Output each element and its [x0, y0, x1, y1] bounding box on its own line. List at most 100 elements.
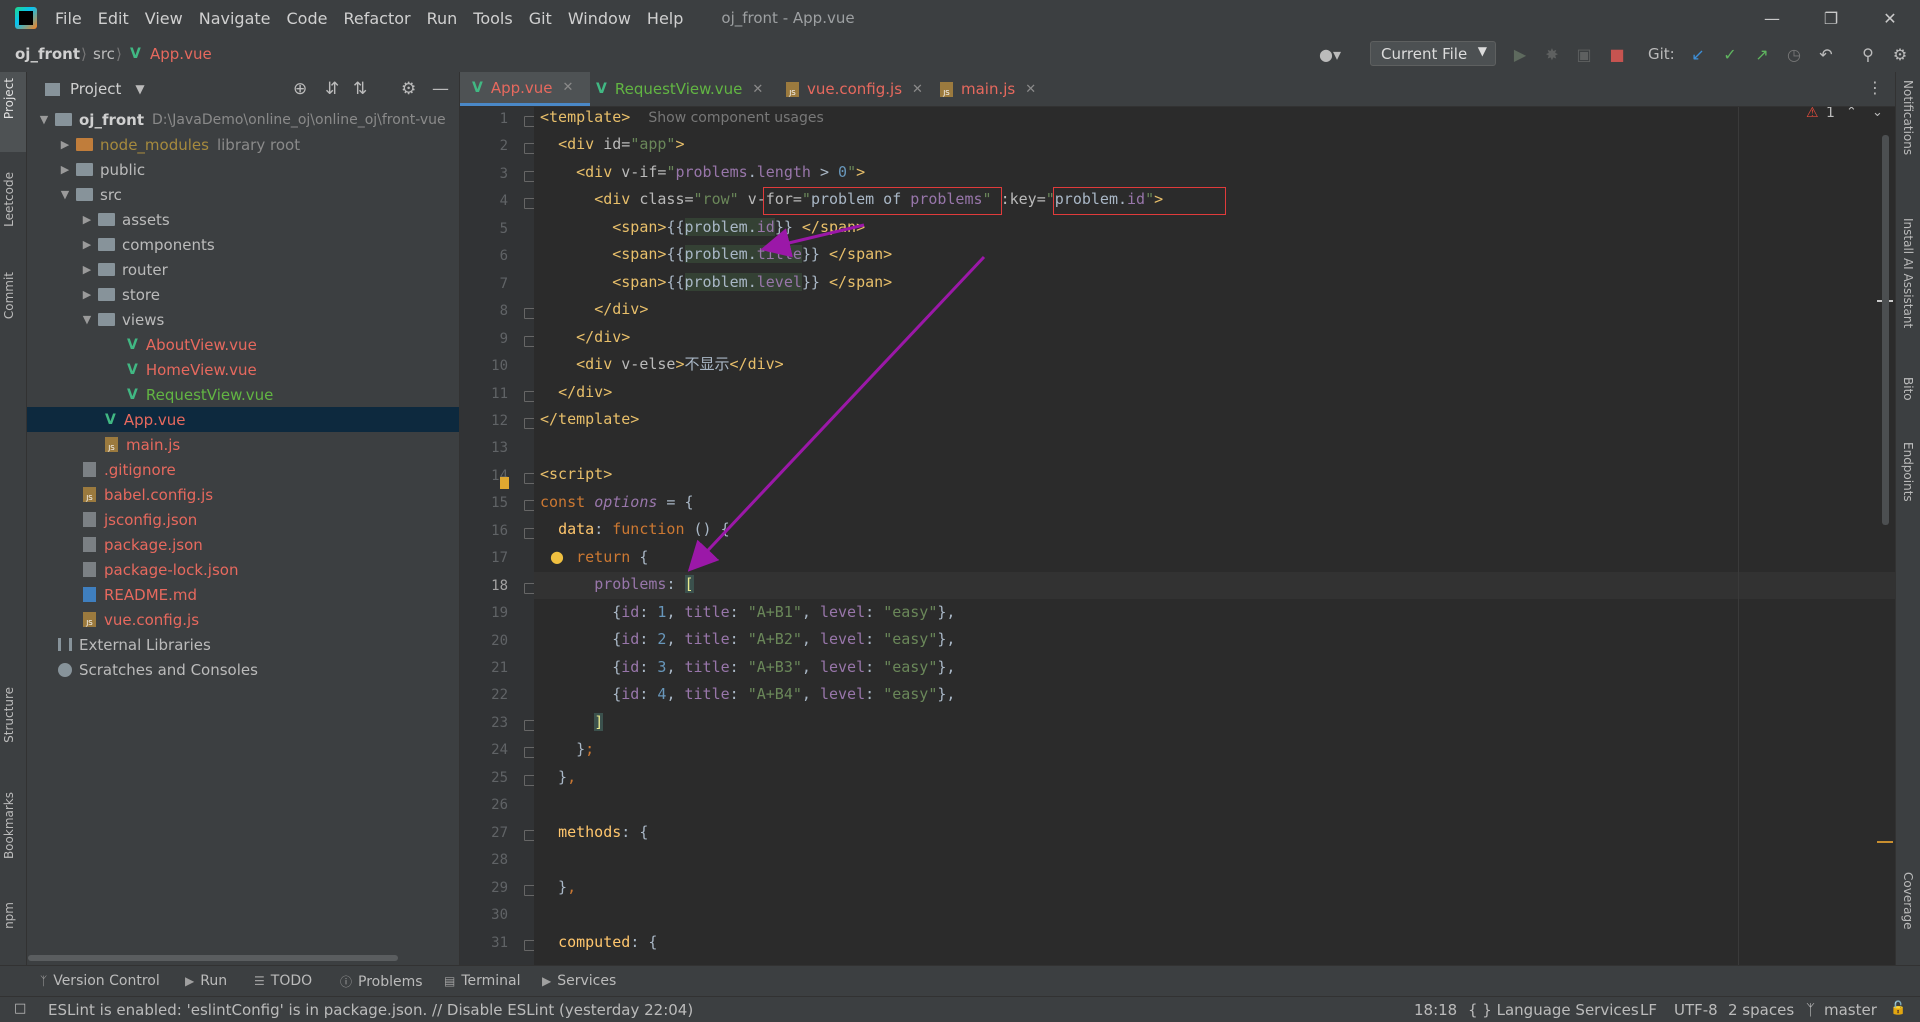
tool-tab-todo[interactable]: ☰ TODO — [254, 973, 312, 989]
tree-item-scratches[interactable]: Scratches and Consoles — [27, 657, 459, 682]
git-commit-icon[interactable]: ✓ — [1720, 44, 1740, 64]
indent-setting[interactable]: 2 spaces — [1728, 1001, 1794, 1019]
breadcrumb-file[interactable]: App.vue — [150, 45, 212, 63]
panel-settings-icon[interactable]: ⚙ — [401, 79, 416, 99]
project-horizontal-scrollbar[interactable] — [28, 955, 398, 961]
git-history-icon[interactable]: ◷ — [1784, 44, 1804, 64]
line-separator[interactable]: LF — [1640, 1001, 1657, 1019]
tree-item-package-lock[interactable]: package-lock.json — [27, 557, 459, 582]
tree-item-router[interactable]: ▶ router — [27, 257, 459, 282]
component-usages-hint[interactable]: Show component usages — [648, 110, 823, 126]
menu-tools[interactable]: Tools — [473, 9, 512, 28]
stripe-ai-assistant-tab[interactable]: Install AI Assistant — [1901, 218, 1915, 328]
close-tab-icon[interactable]: ✕ — [752, 82, 763, 97]
menu-help[interactable]: Help — [647, 9, 683, 28]
stripe-coverage-tab[interactable]: Coverage — [1901, 872, 1915, 930]
breadcrumb-folder[interactable]: src — [93, 45, 115, 63]
breadcrumb-project[interactable]: oj_front — [15, 45, 80, 63]
menu-view[interactable]: View — [145, 9, 183, 28]
menu-edit[interactable]: Edit — [98, 9, 129, 28]
menu-git[interactable]: Git — [529, 9, 552, 28]
tool-tab-services[interactable]: ▶ Services — [542, 973, 616, 989]
tree-item-vue-config[interactable]: JS vue.config.js — [27, 607, 459, 632]
tab-app-vue[interactable]: V App.vue ✕ — [460, 72, 590, 106]
tree-item-assets[interactable]: ▶ assets — [27, 207, 459, 232]
tree-item-jsconfig[interactable]: jsconfig.json — [27, 507, 459, 532]
tree-item-package-json[interactable]: package.json — [27, 532, 459, 557]
menu-code[interactable]: Code — [287, 9, 328, 28]
menu-file[interactable]: File — [55, 9, 82, 28]
code-editor[interactable]: <template> Show component usages <div id… — [534, 107, 1895, 965]
tree-item-aboutview[interactable]: V AboutView.vue — [27, 332, 459, 357]
tree-item-components[interactable]: ▶ components — [27, 232, 459, 257]
run-configuration-select[interactable]: Current File ▼ — [1370, 41, 1496, 66]
close-tab-icon[interactable]: ✕ — [912, 82, 923, 97]
tab-vue-config[interactable]: JS vue.config.js ✕ — [786, 72, 923, 106]
tool-tab-problems[interactable]: ⓘ Problems — [340, 973, 423, 990]
stripe-notifications-tab[interactable]: Notifications — [1901, 80, 1915, 155]
menu-refactor[interactable]: Refactor — [343, 9, 410, 28]
run-icon[interactable]: ▶ — [1510, 44, 1530, 64]
caret-position[interactable]: 18:18 — [1414, 1001, 1457, 1019]
tree-item-homeview[interactable]: V HomeView.vue — [27, 357, 459, 382]
previous-highlight-icon[interactable]: ⌃ — [1846, 107, 1857, 120]
editor-vertical-scrollbar[interactable] — [1882, 135, 1889, 525]
debug-icon[interactable]: ✸ — [1542, 44, 1562, 64]
tab-options-icon[interactable]: ⋮ — [1867, 78, 1883, 97]
tab-requestview[interactable]: V RequestView.vue ✕ — [596, 72, 763, 106]
menu-run[interactable]: Run — [427, 9, 458, 28]
stripe-leetcode-tab[interactable]: Leetcode — [2, 172, 16, 227]
stripe-commit-tab[interactable]: Commit — [2, 272, 16, 319]
expand-all-icon[interactable]: ⇵ — [325, 79, 339, 99]
file-encoding[interactable]: UTF-8 — [1674, 1001, 1718, 1019]
error-icon[interactable]: ⚠ — [1806, 107, 1819, 121]
project-panel-title[interactable]: Project — [70, 80, 121, 98]
status-message[interactable]: ESLint is enabled: 'eslintConfig' is in … — [48, 1001, 693, 1019]
tree-item-readme[interactable]: README.md — [27, 582, 459, 607]
stripe-bito-tab[interactable]: Bito — [1901, 377, 1915, 401]
stripe-project-tab[interactable]: Project — [2, 78, 16, 119]
stop-icon[interactable]: ■ — [1607, 44, 1627, 64]
tree-item-app-vue[interactable]: V App.vue — [27, 407, 459, 432]
hide-panel-icon[interactable]: — — [432, 79, 449, 99]
git-push-icon[interactable]: ↗ — [1752, 44, 1772, 64]
minimize-button[interactable]: — — [1744, 0, 1800, 36]
close-window-button[interactable]: ✕ — [1862, 0, 1918, 36]
menu-navigate[interactable]: Navigate — [199, 9, 271, 28]
user-icon[interactable]: ●▾ — [1319, 44, 1341, 64]
inspection-count[interactable]: 1 — [1826, 107, 1835, 121]
rollback-icon[interactable]: ↶ — [1816, 44, 1836, 64]
tree-item-src[interactable]: ▼ src — [27, 182, 459, 207]
stripe-npm-tab[interactable]: npm — [2, 902, 16, 929]
tree-item-external-libraries[interactable]: External Libraries — [27, 632, 459, 657]
stripe-endpoints-tab[interactable]: Endpoints — [1901, 442, 1915, 502]
menu-window[interactable]: Window — [568, 9, 631, 28]
close-tab-icon[interactable]: ✕ — [1025, 82, 1036, 97]
tree-item-views[interactable]: ▼ views — [27, 307, 459, 332]
lightbulb-icon[interactable]: ● — [550, 547, 564, 566]
project-view-dropdown-icon[interactable]: ▼ — [135, 82, 144, 96]
git-update-icon[interactable]: ↙ — [1688, 44, 1708, 64]
next-highlight-icon[interactable]: ⌄ — [1872, 107, 1883, 120]
tab-main-js[interactable]: JS main.js ✕ — [940, 72, 1036, 106]
stripe-structure-tab[interactable]: Structure — [2, 687, 16, 743]
language-services[interactable]: { } Language Services — [1468, 1001, 1639, 1019]
tool-tab-run[interactable]: ▶ Run — [185, 973, 227, 989]
git-branch[interactable]: master — [1824, 1001, 1877, 1019]
stripe-bookmarks-tab[interactable]: Bookmarks — [2, 792, 16, 859]
locate-file-icon[interactable]: ⊕ — [293, 79, 307, 99]
tree-item-babel-config[interactable]: JS babel.config.js — [27, 482, 459, 507]
coverage-icon[interactable]: ▣ — [1574, 44, 1594, 64]
tree-item-store[interactable]: ▶ store — [27, 282, 459, 307]
tree-item-root[interactable]: ▼ oj_front D:\JavaDemo\online_oj\online_… — [27, 107, 459, 132]
search-icon[interactable]: ⚲ — [1858, 44, 1878, 64]
tree-item-main-js[interactable]: JS main.js — [27, 432, 459, 457]
tree-item-node-modules[interactable]: ▶ node_modules library root — [27, 132, 459, 157]
tool-tab-terminal[interactable]: ▤ Terminal — [444, 973, 521, 989]
toggle-panels-icon[interactable]: □ — [14, 1001, 26, 1016]
bookmark-icon[interactable] — [500, 477, 509, 489]
tree-item-requestview[interactable]: V RequestView.vue — [27, 382, 459, 407]
tree-item-gitignore[interactable]: .gitignore — [27, 457, 459, 482]
restore-button[interactable]: ❐ — [1803, 0, 1859, 36]
tool-tab-version-control[interactable]: ᛉ Version Control — [40, 973, 160, 989]
